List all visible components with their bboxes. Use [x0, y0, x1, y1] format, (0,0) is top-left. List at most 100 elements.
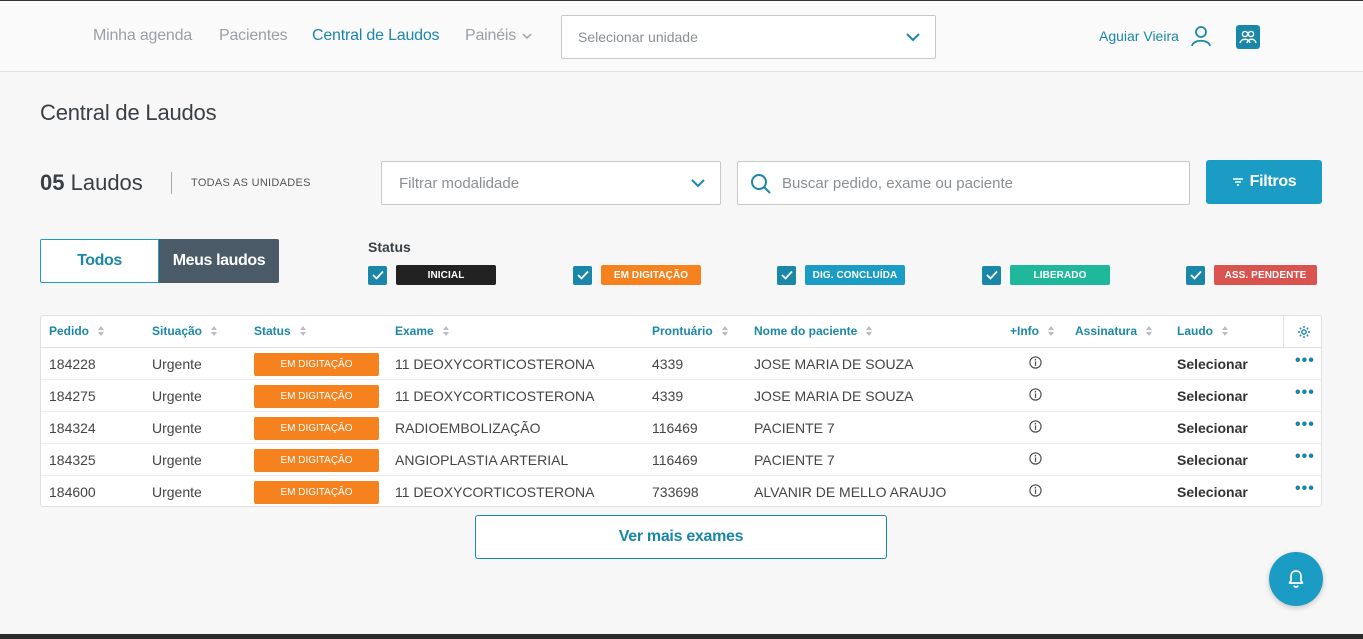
chevron-down-icon [691, 179, 705, 188]
cell-paciente: JOSE MARIA DE SOUZA [754, 388, 914, 404]
table-row[interactable]: 184325 Urgente EM DIGITAÇÃO ANGIOPLASTIA… [41, 444, 1321, 476]
more-icon[interactable]: ••• [1295, 480, 1315, 498]
cell-prontuario: 733698 [652, 484, 699, 500]
user-icon[interactable] [1190, 25, 1212, 47]
column-header-label: Status [254, 324, 291, 338]
sort-icon [1146, 326, 1153, 336]
cell-paciente: PACIENTE 7 [754, 420, 835, 436]
cell-prontuario: 4339 [652, 356, 684, 372]
info-icon[interactable] [1029, 356, 1042, 372]
column-header-status[interactable]: Status [254, 324, 306, 338]
chevron-down-icon [522, 33, 532, 40]
more-icon[interactable]: ••• [1295, 384, 1315, 402]
cell-prontuario: 116469 [652, 420, 698, 436]
table-row[interactable]: 184228 Urgente EM DIGITAÇÃO 11 DEOXYCORT… [41, 348, 1321, 380]
more-icon[interactable]: ••• [1295, 416, 1315, 434]
laudos-count: 05 Laudos [40, 170, 143, 196]
cell-laudo-selecionar[interactable]: Selecionar [1177, 484, 1248, 500]
cell-situacao: Urgente [152, 420, 202, 436]
column-header-prontuario[interactable]: Prontuário [652, 324, 728, 338]
more-icon[interactable]: ••• [1295, 352, 1315, 370]
nav-central-de-laudos[interactable]: Central de Laudos [312, 27, 440, 45]
toggle-todos[interactable]: Todos [40, 239, 159, 283]
cell-situacao: Urgente [152, 388, 202, 404]
search-icon [751, 174, 771, 194]
cell-exame: ANGIOPLASTIA ARTERIAL [395, 452, 569, 468]
sort-icon [299, 326, 306, 336]
column-header-label: Laudo [1177, 324, 1213, 338]
cell-laudo-selecionar[interactable]: Selecionar [1177, 356, 1248, 372]
column-header-info[interactable]: +Info [1010, 324, 1054, 338]
search-box [737, 161, 1190, 205]
cell-exame: 11 DEOXYCORTICOSTERONA [395, 356, 595, 372]
info-icon[interactable] [1029, 420, 1042, 436]
column-header-label: Nome do paciente [754, 324, 858, 338]
status-pill-liberado: LIBERADO [1010, 265, 1110, 285]
gear-icon [1297, 326, 1310, 338]
column-header-exame[interactable]: Exame [395, 324, 449, 338]
team-icon[interactable] [1236, 25, 1260, 49]
cell-status: EM DIGITAÇÃO [254, 449, 379, 472]
laudos-count-label: Laudos [70, 170, 143, 195]
user-name[interactable]: Aguiar Vieira [1099, 28, 1179, 44]
check-icon[interactable] [982, 265, 1001, 285]
cell-pedido: 184275 [49, 388, 96, 404]
status-filter-dig-concluida[interactable]: DIG. CONCLUÍDA [777, 265, 905, 285]
column-header-label: Assinatura [1075, 324, 1138, 338]
status-filter-inicial[interactable]: INICIAL [368, 265, 496, 285]
cell-pedido: 184325 [49, 452, 96, 468]
cell-status: EM DIGITAÇÃO [254, 385, 379, 408]
see-more-exams-button[interactable]: Ver mais exames [475, 515, 887, 559]
sort-icon [98, 326, 105, 336]
status-filter-ass-pendente[interactable]: ASS. PENDENTE [1186, 265, 1317, 285]
cell-situacao: Urgente [152, 484, 202, 500]
column-header-label: Exame [395, 324, 434, 338]
info-icon[interactable] [1029, 484, 1042, 500]
cell-pedido: 184324 [49, 420, 96, 436]
column-header-nome-paciente[interactable]: Nome do paciente [754, 324, 873, 338]
modality-filter-select[interactable]: Filtrar modalidade [381, 161, 721, 205]
status-filter-label: Status [368, 239, 411, 255]
top-navbar: Minha agenda Pacientes Central de Laudos… [0, 0, 1363, 72]
check-icon[interactable] [1186, 265, 1205, 285]
column-header-label: Prontuário [652, 324, 713, 338]
column-header-situacao[interactable]: Situação [152, 324, 218, 338]
cell-laudo-selecionar[interactable]: Selecionar [1177, 388, 1248, 404]
status-filter-em-digitacao[interactable]: EM DIGITAÇÃO [573, 265, 701, 285]
nav-pacientes[interactable]: Pacientes [219, 27, 288, 45]
notifications-button[interactable] [1269, 552, 1323, 606]
modality-filter-placeholder: Filtrar modalidade [399, 175, 520, 192]
column-header-laudo[interactable]: Laudo [1177, 324, 1228, 338]
sort-icon [442, 326, 449, 336]
unit-select[interactable]: Selecionar unidade [561, 15, 936, 59]
status-badge: EM DIGITAÇÃO [254, 449, 379, 472]
cell-situacao: Urgente [152, 356, 202, 372]
nav-paineis-label: Painéis [465, 27, 517, 44]
table-row[interactable]: 184275 Urgente EM DIGITAÇÃO 11 DEOXYCORT… [41, 380, 1321, 412]
count-divider [171, 172, 172, 194]
info-icon[interactable] [1029, 452, 1042, 468]
cell-laudo-selecionar[interactable]: Selecionar [1177, 420, 1248, 436]
column-header-pedido[interactable]: Pedido [49, 324, 105, 338]
more-icon[interactable]: ••• [1295, 448, 1315, 466]
check-icon[interactable] [777, 265, 796, 285]
status-filter-liberado[interactable]: LIBERADO [982, 265, 1110, 285]
cell-exame: RADIOEMBOLIZAÇÃO [395, 420, 541, 436]
table-row[interactable]: 184324 Urgente EM DIGITAÇÃO RADIOEMBOLIZ… [41, 412, 1321, 444]
cell-pedido: 184228 [49, 356, 96, 372]
toggle-meus-laudos[interactable]: Meus laudos [159, 239, 279, 283]
table-settings-button[interactable] [1283, 316, 1323, 348]
check-icon[interactable] [368, 265, 387, 285]
info-icon[interactable] [1029, 388, 1042, 404]
check-icon[interactable] [573, 265, 592, 285]
column-header-assinatura[interactable]: Assinatura [1075, 324, 1153, 338]
cell-status: EM DIGITAÇÃO [254, 353, 379, 376]
filters-button[interactable]: Filtros [1206, 160, 1322, 204]
nav-minha-agenda[interactable]: Minha agenda [93, 27, 192, 45]
search-input[interactable] [782, 172, 1172, 194]
nav-paineis[interactable]: Painéis [465, 27, 532, 45]
cell-status: EM DIGITAÇÃO [254, 417, 379, 440]
cell-situacao: Urgente [152, 452, 202, 468]
table-row[interactable]: 184600 Urgente EM DIGITAÇÃO 11 DEOXYCORT… [41, 476, 1321, 508]
cell-laudo-selecionar[interactable]: Selecionar [1177, 452, 1248, 468]
